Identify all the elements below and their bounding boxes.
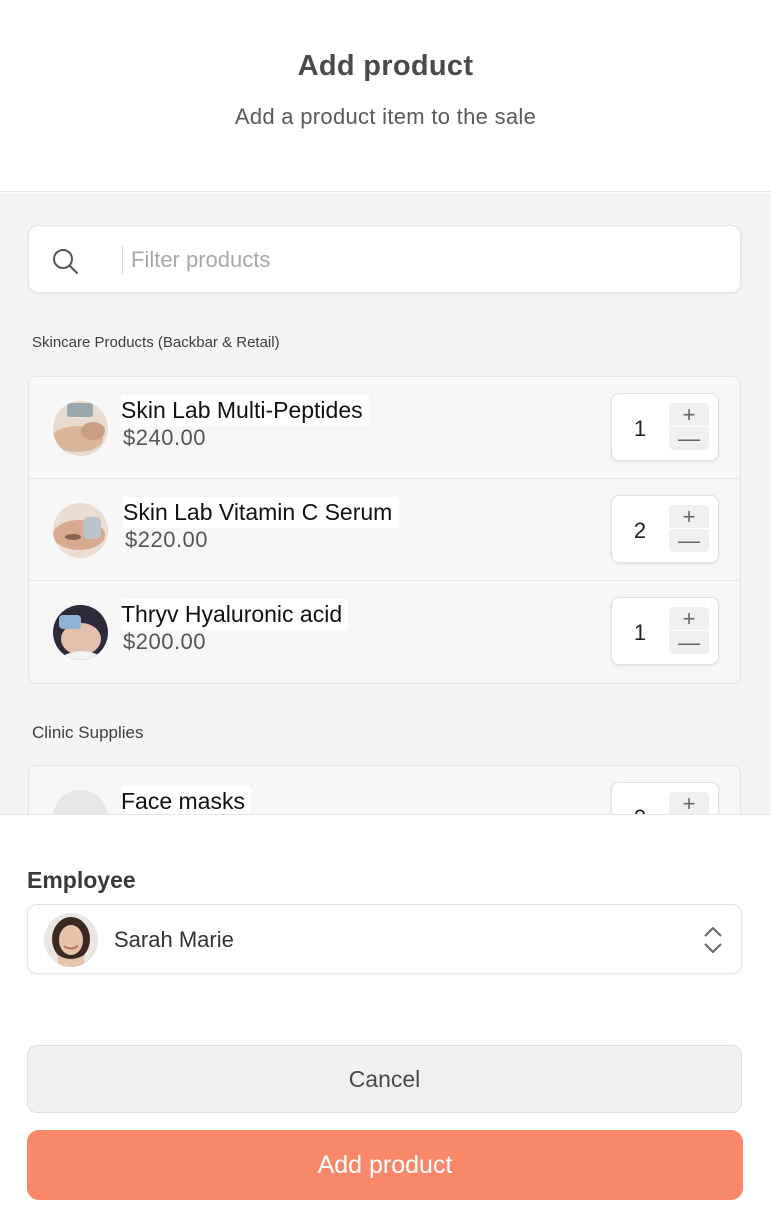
avatar [44, 913, 98, 967]
product-thumbnail [53, 503, 108, 558]
search-bar[interactable] [28, 225, 741, 293]
product-list-skincare: Skin Lab Multi-Peptides $240.00 1 + — Sk… [28, 376, 741, 684]
chevron-up-down-icon [704, 927, 722, 953]
quantity-stepper[interactable]: 1 + — [611, 597, 719, 665]
product-price: $240.00 [123, 425, 207, 450]
employee-label: Employee [27, 867, 136, 893]
increment-button[interactable]: + [669, 403, 709, 426]
page-title: Add product [297, 50, 474, 82]
employee-name: Sarah Marie [114, 927, 234, 952]
dialog-header: Add product Add a product item to the sa… [0, 0, 771, 192]
product-row[interactable]: Skin Lab Vitamin C Serum $220.00 2 + — [29, 479, 740, 581]
product-placeholder-icon [53, 790, 108, 814]
product-row[interactable]: Thryv Hyaluronic acid $200.00 1 + — [29, 581, 740, 683]
decrement-button[interactable]: — [669, 427, 709, 450]
quantity-value[interactable]: 0 [630, 805, 650, 814]
product-name: Skin Lab Vitamin C Serum [123, 497, 399, 528]
decrement-button[interactable]: — [669, 631, 709, 654]
section-label-skincare: Skincare Products (Backbar & Retail) [32, 334, 280, 351]
quantity-stepper[interactable]: 0 + — [611, 782, 719, 814]
quantity-value[interactable]: 1 [630, 620, 650, 646]
quantity-value[interactable]: 1 [630, 416, 650, 442]
product-price: $200.00 [123, 629, 207, 654]
decrement-button[interactable]: — [669, 529, 709, 552]
search-icon [53, 249, 78, 274]
product-row[interactable]: Face masks 0 + — [29, 766, 740, 814]
quantity-stepper[interactable]: 2 + — [611, 495, 719, 563]
search-divider [122, 246, 123, 274]
employee-select[interactable]: Sarah Marie [27, 904, 742, 974]
section-label-clinic-supplies: Clinic Supplies [32, 723, 144, 742]
product-name: Face masks [121, 786, 251, 814]
product-list-area[interactable]: Skincare Products (Backbar & Retail) Ski… [0, 193, 771, 814]
search-input[interactable] [131, 244, 711, 276]
increment-button[interactable]: + [669, 792, 709, 814]
product-thumbnail [53, 605, 108, 660]
quantity-value[interactable]: 2 [630, 518, 650, 544]
product-name: Skin Lab Multi-Peptides [121, 395, 369, 426]
product-price: $220.00 [125, 527, 209, 552]
increment-button[interactable]: + [669, 607, 709, 630]
cancel-button[interactable]: Cancel [27, 1045, 742, 1113]
page-subtitle: Add a product item to the sale [234, 104, 537, 129]
product-row[interactable]: Skin Lab Multi-Peptides $240.00 1 + — [29, 377, 740, 479]
quantity-stepper[interactable]: 1 + — [611, 393, 719, 461]
product-name: Thryv Hyaluronic acid [121, 599, 349, 630]
add-product-button[interactable]: Add product [27, 1130, 743, 1200]
dialog-footer: Employee Sarah Marie Cancel Add product [0, 814, 771, 1220]
increment-button[interactable]: + [669, 505, 709, 528]
product-list-clinic-supplies: Face masks 0 + — [28, 765, 741, 814]
product-thumbnail [53, 401, 108, 456]
